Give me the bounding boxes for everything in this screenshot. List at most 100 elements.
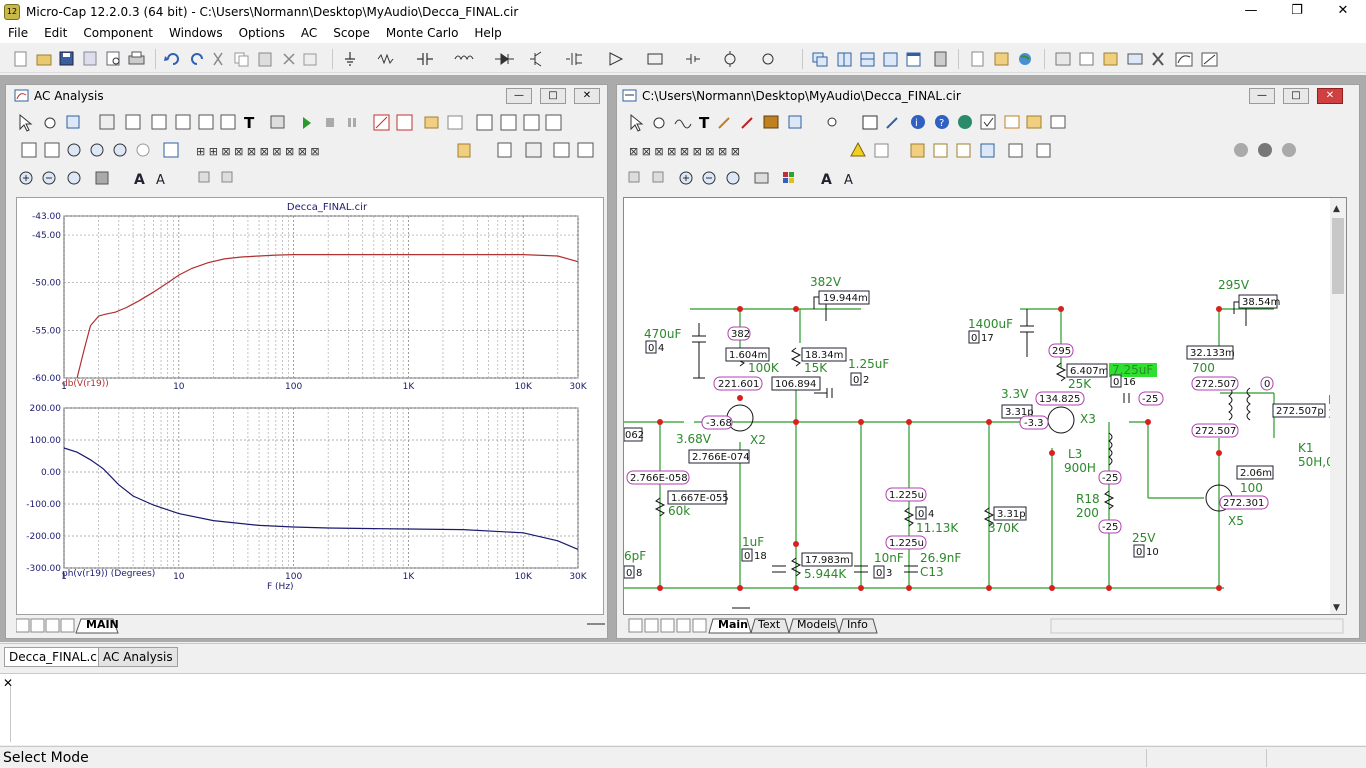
cursor-mode-glyphs[interactable]: ⊞ ⊞ ⊠ ⊠ ⊠ ⊠ ⊠ ⊠ ⊠ ⊠ bbox=[196, 145, 320, 158]
capacitor-icon[interactable] bbox=[417, 53, 433, 65]
schematic-canvas[interactable]: 382V 470uF 1.25uF 100K 15K 3.68V X2 60k … bbox=[623, 197, 1347, 615]
resistor-icon[interactable] bbox=[377, 53, 394, 65]
clipboard-icon[interactable] bbox=[457, 143, 471, 158]
shape-editor-icon[interactable] bbox=[1079, 52, 1094, 66]
battery-icon[interactable] bbox=[686, 54, 700, 64]
diode-icon[interactable] bbox=[495, 53, 514, 65]
inductor-icon[interactable] bbox=[454, 55, 474, 61]
wave-icon[interactable] bbox=[220, 114, 236, 130]
sch-web-icon[interactable] bbox=[958, 115, 972, 129]
menu-component[interactable]: Component bbox=[75, 26, 161, 40]
nav-last-icon[interactable] bbox=[60, 618, 75, 633]
scale-icon[interactable] bbox=[99, 114, 115, 130]
tools-icon[interactable] bbox=[1152, 52, 1164, 66]
select-arrow-icon[interactable] bbox=[19, 113, 33, 132]
sch-pan-icon[interactable] bbox=[653, 117, 665, 129]
ac-minimize-button[interactable]: — bbox=[506, 88, 532, 104]
zoom-out-icon[interactable] bbox=[113, 143, 127, 157]
back-icon[interactable] bbox=[221, 171, 233, 183]
open-file-icon[interactable] bbox=[36, 54, 52, 66]
fit-icon[interactable] bbox=[553, 142, 570, 158]
sch-font-icon[interactable]: A bbox=[821, 172, 832, 188]
text-tool-icon[interactable]: T bbox=[244, 114, 255, 132]
sch-select-icon[interactable] bbox=[630, 113, 644, 132]
peak-icon[interactable] bbox=[198, 114, 214, 130]
zoom-in-icon[interactable] bbox=[90, 143, 104, 157]
print-preview-icon[interactable] bbox=[106, 51, 120, 66]
view-b-icon[interactable] bbox=[44, 142, 60, 158]
tab-ac-analysis[interactable]: AC Analysis bbox=[98, 647, 178, 667]
tab-main-schematic[interactable]: Main bbox=[718, 618, 748, 631]
run-icon[interactable] bbox=[303, 117, 311, 129]
sch-maximize-button[interactable]: □ bbox=[1283, 88, 1309, 104]
sch-color-icon[interactable] bbox=[783, 172, 794, 183]
table-c-icon[interactable] bbox=[523, 114, 540, 131]
close-button[interactable]: ✕ bbox=[1320, 0, 1366, 23]
copy-scale-icon[interactable] bbox=[66, 115, 80, 129]
sch-more-icon[interactable] bbox=[1282, 143, 1296, 157]
sch-probe-icon[interactable] bbox=[886, 117, 898, 129]
front-icon[interactable] bbox=[198, 171, 210, 183]
macro-icon[interactable] bbox=[647, 53, 663, 65]
stop-icon[interactable] bbox=[326, 118, 334, 127]
sch-nav-first-icon[interactable] bbox=[628, 618, 643, 633]
calculator-icon[interactable] bbox=[934, 51, 947, 67]
delete-icon[interactable] bbox=[283, 53, 295, 65]
sch-grid-icon[interactable] bbox=[1026, 115, 1042, 129]
menu-scope[interactable]: Scope bbox=[325, 26, 378, 40]
sch-nav-last-icon[interactable] bbox=[692, 618, 707, 633]
zoom-box-icon[interactable] bbox=[67, 171, 81, 185]
sch-font-size-icon[interactable]: A bbox=[844, 173, 853, 188]
maximize-icon[interactable] bbox=[906, 52, 921, 67]
rectangle-icon[interactable] bbox=[424, 116, 439, 129]
sch-check-icon[interactable] bbox=[980, 114, 996, 130]
cursor-icon[interactable] bbox=[175, 114, 191, 130]
page-icon[interactable] bbox=[971, 51, 984, 67]
sch-back-icon[interactable] bbox=[652, 171, 664, 183]
pause-icon[interactable] bbox=[348, 118, 356, 127]
properties-icon[interactable] bbox=[163, 142, 179, 158]
component-editor-icon[interactable] bbox=[994, 52, 1009, 66]
sch-zoom-box-icon[interactable] bbox=[726, 171, 740, 185]
opamp-icon[interactable] bbox=[609, 52, 624, 66]
font-icon[interactable]: A bbox=[134, 172, 145, 188]
zoom-region-icon[interactable] bbox=[67, 143, 81, 157]
sch-print-icon[interactable] bbox=[754, 172, 769, 184]
sch-b5-icon[interactable] bbox=[1008, 143, 1023, 158]
copy-icon[interactable] bbox=[234, 52, 249, 67]
sch-info-icon[interactable]: i bbox=[911, 115, 925, 129]
sch-b4-icon[interactable] bbox=[980, 143, 995, 158]
sch-cancel-icon[interactable] bbox=[1258, 143, 1272, 157]
zoom-minus-icon[interactable] bbox=[42, 171, 56, 185]
package-editor-icon[interactable] bbox=[1103, 52, 1118, 66]
sch-nav-prev-icon[interactable] bbox=[644, 618, 659, 633]
new-file-icon[interactable] bbox=[14, 51, 27, 67]
sch-editor-icon[interactable] bbox=[1050, 115, 1066, 129]
nav-next-icon[interactable] bbox=[45, 618, 60, 633]
globe-icon[interactable] bbox=[1019, 53, 1031, 65]
sch-wire-icon[interactable] bbox=[674, 119, 692, 129]
sch-zoom-in-icon[interactable] bbox=[679, 171, 693, 185]
view-a-icon[interactable] bbox=[21, 142, 37, 158]
menu-windows[interactable]: Windows bbox=[161, 26, 231, 40]
sch-mode-glyphs[interactable]: ⊠ ⊠ ⊠ ⊠ ⊠ ⊠ ⊠ ⊠ ⊠ bbox=[629, 145, 740, 158]
save-icon[interactable] bbox=[59, 51, 74, 66]
table-a-icon[interactable] bbox=[476, 114, 493, 131]
sch-stop-icon[interactable] bbox=[1234, 143, 1248, 157]
cascade-icon[interactable] bbox=[812, 52, 828, 67]
model-icon[interactable] bbox=[1055, 52, 1071, 66]
v-scrollbar[interactable]: ▲ ▼ bbox=[1330, 198, 1346, 614]
sch-minimize-button[interactable]: — bbox=[1249, 88, 1275, 104]
restore-button[interactable]: ❐ bbox=[1274, 0, 1320, 23]
calc-icon[interactable] bbox=[270, 115, 285, 129]
menu-edit[interactable]: Edit bbox=[36, 26, 75, 40]
redo-icon[interactable] bbox=[191, 53, 203, 65]
menu-ac[interactable]: AC bbox=[293, 26, 325, 40]
tab-text[interactable]: Text bbox=[758, 618, 780, 631]
arrow-line-icon[interactable] bbox=[396, 114, 413, 131]
font-size-icon[interactable]: A bbox=[156, 173, 165, 188]
maximize-plot-icon[interactable] bbox=[125, 114, 141, 130]
sch-close-button[interactable]: ✕ bbox=[1317, 88, 1343, 104]
nav-first-icon[interactable] bbox=[15, 618, 30, 633]
sch-draw-icon[interactable] bbox=[741, 117, 753, 129]
